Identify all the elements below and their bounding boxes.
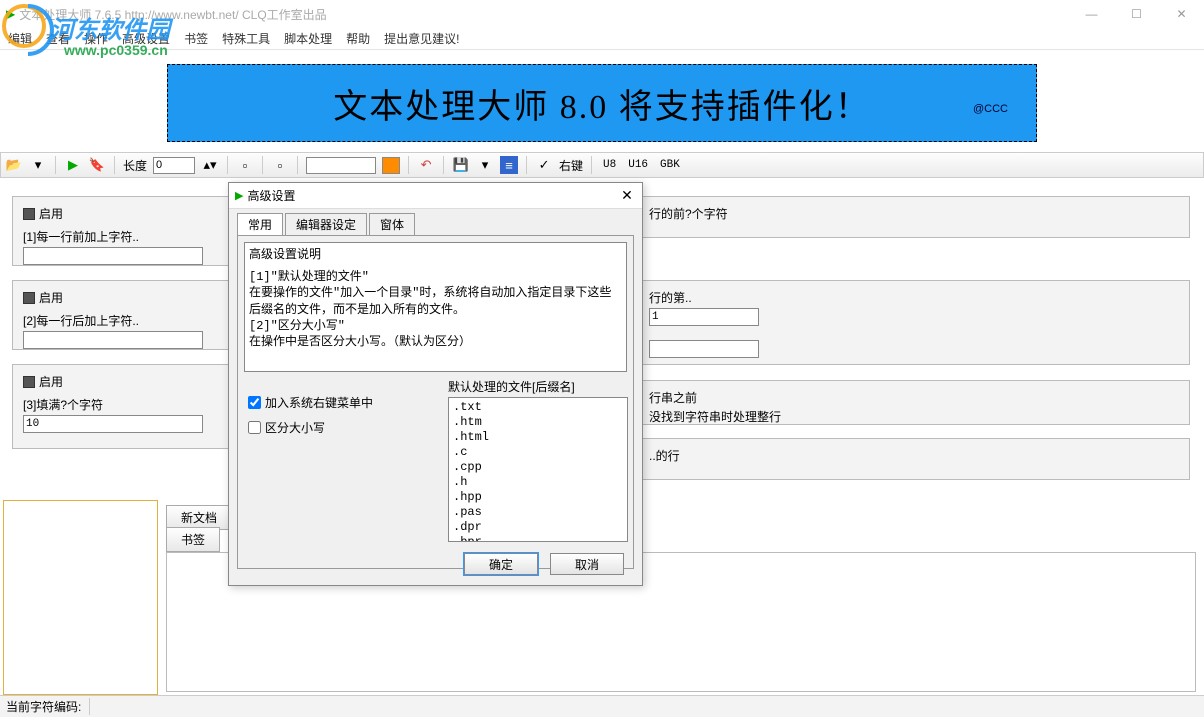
banner-area: 文本处理大师 8.0 将支持插件化！ @CCC [0, 50, 1204, 152]
rule5b-input[interactable] [649, 340, 759, 358]
enc-u8[interactable]: U8 [600, 158, 619, 172]
enable-checkbox[interactable] [23, 292, 35, 304]
file-ext-item[interactable]: .hpp [453, 490, 623, 505]
rule1-input[interactable] [23, 247, 203, 265]
file-ext-item[interactable]: .html [453, 430, 623, 445]
enc-gbk[interactable]: GBK [657, 158, 683, 172]
rule7-label: ..的行 [649, 447, 1179, 464]
bookmark-icon[interactable]: 🔖 [88, 156, 106, 174]
enable-checkbox[interactable] [23, 376, 35, 388]
rule6b-label: 没找到字符串时处理整行 [649, 408, 1179, 425]
play-icon: ▶ [235, 189, 243, 202]
rule2-input[interactable] [23, 331, 203, 349]
rule6-label: 行串之前 [649, 389, 1179, 406]
file-ext-item[interactable]: .bpr [453, 535, 623, 542]
play-icon[interactable]: ▶ [64, 156, 82, 174]
preview-pane [3, 500, 158, 695]
unknown-icon[interactable]: ▫ [236, 156, 254, 174]
cancel-button[interactable]: 取消 [550, 553, 624, 575]
rule-panel-7: ..的行 [638, 438, 1190, 480]
rule-panel-5: 行的第.. [638, 280, 1190, 365]
rule-panel-6: 行串之前 没找到字符串时处理整行 [638, 380, 1190, 425]
chk-case-sensitive[interactable]: 区分大小写 [248, 419, 373, 436]
banner-text: 文本处理大师 8.0 将支持插件化！ [333, 79, 871, 128]
desc-title: 高级设置说明 [249, 247, 622, 263]
chk-context-menu[interactable]: 加入系统右键菜单中 [248, 394, 373, 411]
description-box: 高级设置说明 [1]"默认处理的文件" 在要操作的文件"加入一个目录"时，系统将… [244, 242, 627, 372]
file-ext-item[interactable]: .h [453, 475, 623, 490]
length-label: 长度 [123, 157, 147, 174]
menubar: 编辑 查看 操作 高级设置 书签 特殊工具 脚本处理 帮助 提出意见建议! [0, 28, 1204, 50]
menu-script[interactable]: 脚本处理 [284, 30, 332, 47]
maximize-button[interactable]: ☐ [1114, 0, 1159, 28]
length-input[interactable] [153, 157, 195, 174]
window-title: 文本处理大师 7.6.5 http://www.newbt.net/ CLQ工作… [19, 6, 1069, 23]
dialog-close-button[interactable]: ✕ [612, 187, 642, 204]
rule-panel-4: 行的前?个字符 [638, 196, 1190, 238]
search-input[interactable] [306, 157, 376, 174]
desc-line: [2]"区分大小写" [249, 318, 622, 334]
desc-line: 在操作中是否区分大小写。（默认为区分） [249, 334, 622, 350]
file-ext-item[interactable]: .dpr [453, 520, 623, 535]
ok-button[interactable]: 确定 [464, 553, 538, 575]
rule5-label: 行的第.. [649, 289, 1179, 306]
file-ext-item[interactable]: .pas [453, 505, 623, 520]
banner[interactable]: 文本处理大师 8.0 将支持插件化！ @CCC [167, 64, 1037, 142]
tab-window[interactable]: 窗体 [369, 213, 415, 235]
banner-credit: @CCC [973, 103, 1008, 115]
toolbar: 📂 ▾ ▶ 🔖 长度 ▴▾ ▫ ▫ ↶ 💾 ▾ ≡ ✓ 右键 U8 U16 GB… [0, 152, 1204, 178]
menu-help[interactable]: 帮助 [346, 30, 370, 47]
advanced-settings-dialog: ▶ 高级设置 ✕ 常用 编辑器设定 窗体 高级设置说明 [1]"默认处理的文件"… [228, 182, 643, 586]
statusbar: 当前字符编码: [0, 695, 1204, 717]
tab-bookmark[interactable]: 书签 [166, 527, 220, 552]
titlebar: ▶ 文本处理大师 7.6.5 http://www.newbt.net/ CLQ… [0, 0, 1204, 28]
menu-operate[interactable]: 操作 [84, 30, 108, 47]
dropdown-icon[interactable]: ▾ [29, 156, 47, 174]
chk2-label: 区分大小写 [265, 419, 325, 436]
play-icon: ▶ [6, 7, 15, 21]
menu-feedback[interactable]: 提出意见建议! [384, 30, 459, 47]
enable-label: 启用 [39, 289, 63, 306]
menu-special[interactable]: 特殊工具 [222, 30, 270, 47]
file-extension-list[interactable]: .txt.htm.html.c.cpp.h.hpp.pas.dpr.bpr.as… [448, 397, 628, 542]
search-button[interactable] [382, 157, 400, 174]
menu-bookmark[interactable]: 书签 [184, 30, 208, 47]
enable-label: 启用 [39, 373, 63, 390]
enable-checkbox[interactable] [23, 208, 35, 220]
desc-line: [1]"默认处理的文件" [249, 269, 622, 285]
tab-common[interactable]: 常用 [237, 213, 283, 235]
unknown2-icon[interactable]: ▫ [271, 156, 289, 174]
file-ext-item[interactable]: .htm [453, 415, 623, 430]
desc-line: 在要操作的文件"加入一个目录"时，系统将自动加入指定目录下这些后缀名的文件，而不… [249, 285, 622, 317]
enable-label: 启用 [39, 205, 63, 222]
rule3-input[interactable] [23, 415, 203, 433]
rule4-label: 行的前?个字符 [649, 205, 1179, 222]
file-ext-item[interactable]: .txt [453, 400, 623, 415]
check-icon[interactable]: ✓ [535, 156, 553, 174]
spinner-icon[interactable]: ▴▾ [201, 156, 219, 174]
menu-edit[interactable]: 编辑 [8, 30, 32, 47]
save-drop-icon[interactable]: ▾ [476, 156, 494, 174]
file-group-label: 默认处理的文件[后缀名] [448, 378, 628, 395]
menu-view[interactable]: 查看 [46, 30, 70, 47]
menu-advanced[interactable]: 高级设置 [122, 30, 170, 47]
dialog-title: 高级设置 [247, 187, 612, 204]
right-label: 右键 [559, 157, 583, 174]
open-icon[interactable]: 📂 [5, 156, 23, 174]
list-icon[interactable]: ≡ [500, 156, 518, 174]
save-icon[interactable]: 💾 [452, 156, 470, 174]
file-ext-item[interactable]: .cpp [453, 460, 623, 475]
minimize-button[interactable]: — [1069, 0, 1114, 28]
status-encoding: 当前字符编码: [6, 698, 90, 715]
chk1-label: 加入系统右键菜单中 [265, 394, 373, 411]
close-button[interactable]: ✕ [1159, 0, 1204, 28]
undo-icon[interactable]: ↶ [417, 156, 435, 174]
rule5-input[interactable] [649, 308, 759, 326]
enc-u16[interactable]: U16 [625, 158, 651, 172]
tab-editor[interactable]: 编辑器设定 [285, 213, 367, 235]
file-ext-item[interactable]: .c [453, 445, 623, 460]
